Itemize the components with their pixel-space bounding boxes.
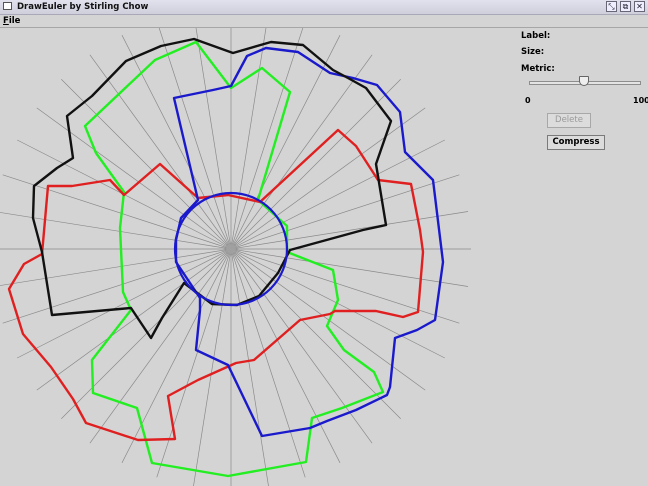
metric-slider-thumb[interactable] [579, 76, 589, 86]
euler-diagram-canvas[interactable] [0, 28, 512, 486]
delete-button[interactable]: Delete [547, 113, 591, 128]
set-curve-blue[interactable] [172, 46, 445, 438]
compress-button[interactable]: Compress [547, 135, 605, 150]
menu-file[interactable]: File [3, 15, 20, 27]
size-label: Size: [521, 47, 545, 57]
close-icon[interactable]: ✕ [634, 1, 645, 12]
center-hub [226, 244, 236, 254]
slider-max-label: 100 [633, 96, 648, 105]
set-curve-red[interactable] [7, 128, 425, 442]
menu-bar: File [0, 15, 648, 28]
app-window-icon [3, 2, 12, 10]
maximize-icon[interactable]: ⧉ [620, 1, 631, 12]
window-title: DrawEuler by Stirling Chow [17, 2, 149, 12]
metric-label: Metric: [521, 64, 555, 74]
slider-min-label: 0 [525, 96, 531, 105]
minimize-icon[interactable]: ⤡ [606, 1, 617, 12]
label-label: Label: [521, 31, 551, 41]
radial-spokes [0, 28, 471, 486]
title-bar: DrawEuler by Stirling Chow ⤡ ⧉ ✕ [0, 0, 648, 15]
